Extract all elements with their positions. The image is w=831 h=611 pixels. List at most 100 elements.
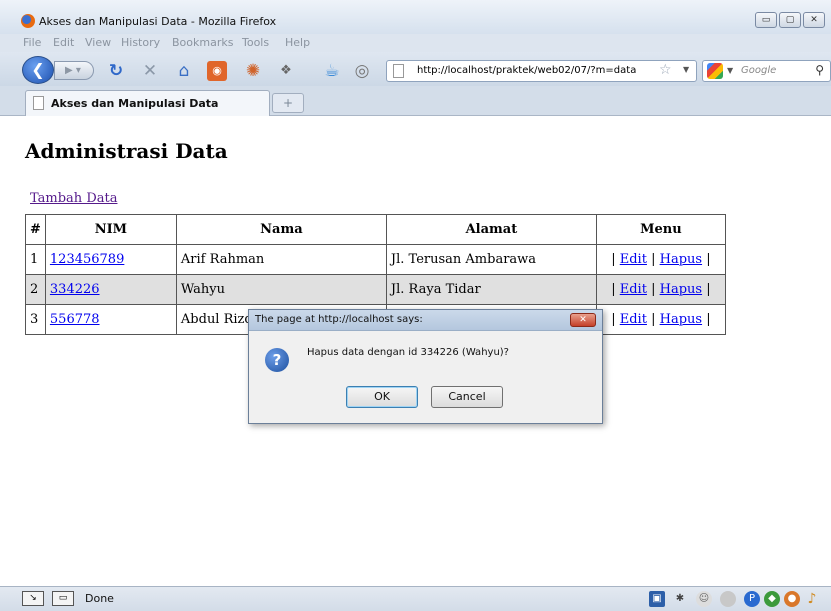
tab-akses-data[interactable]: Akses dan Manipulasi Data — [25, 90, 270, 116]
separator: | — [611, 312, 616, 327]
separator: | — [706, 282, 711, 297]
new-tab-button[interactable]: + — [272, 93, 304, 113]
menu-bookmarks[interactable]: Bookmarks — [172, 36, 233, 49]
page-title: Administrasi Data — [25, 139, 228, 163]
table-row: 1 123456789 Arif Rahman Jl. Terusan Amba… — [25, 244, 726, 275]
close-window-button[interactable]: ✕ — [803, 12, 825, 28]
ok-button[interactable]: OK — [346, 386, 418, 408]
cell-no: 3 — [25, 304, 46, 335]
window-title: Akses dan Manipulasi Data - Mozilla Fire… — [39, 15, 277, 28]
cell-nama: Wahyu — [175, 274, 387, 305]
fvd-icon[interactable]: ▣ — [649, 591, 665, 607]
menu-tools[interactable]: Tools — [242, 36, 269, 49]
maximize-button[interactable]: ▢ — [779, 12, 801, 28]
addon-button-4[interactable]: ☕ — [322, 61, 342, 81]
back-arrow-icon: ❮ — [31, 60, 45, 79]
url-bar[interactable]: http://localhost/praktek/web02/07/?m=dat… — [386, 60, 697, 82]
forward-arrow-icon: ▶ ▾ — [65, 65, 81, 76]
cup-icon: ☕ — [324, 61, 340, 81]
screen-grab-icon[interactable]: ↘ — [22, 591, 44, 606]
search-input[interactable]: Google — [741, 65, 776, 76]
cell-alamat: Jl. Terusan Ambarawa — [385, 244, 597, 275]
menu-file[interactable]: File — [23, 36, 41, 49]
nim-link[interactable]: 334226 — [50, 282, 100, 297]
separator: | — [651, 312, 656, 327]
edit-link[interactable]: Edit — [620, 252, 647, 267]
bookmark-star-icon[interactable]: ☆ — [659, 62, 672, 78]
url-text[interactable]: http://localhost/praktek/web02/07/?m=dat… — [417, 65, 636, 76]
cell-no: 2 — [25, 274, 46, 305]
separator: | — [611, 252, 616, 267]
menu-bar: File Edit View History Bookmarks Tools H… — [0, 34, 831, 52]
dialog-message: Hapus data dengan id 334226 (Wahyu)? — [307, 347, 509, 358]
window-controls: ▭ ▢ ✕ — [755, 12, 825, 28]
cell-menu: | Edit | Hapus | — [595, 244, 726, 275]
menu-help[interactable]: Help — [285, 36, 310, 49]
forward-button[interactable]: ▶ ▾ — [54, 61, 94, 80]
addon-button-2[interactable]: ✺ — [243, 61, 263, 81]
firebug-icon[interactable]: ✱ — [672, 591, 688, 607]
delete-link[interactable]: Hapus — [660, 282, 702, 297]
table-header-row: # NIM Nama Alamat Menu — [25, 214, 726, 245]
cell-nama: Arif Rahman — [175, 244, 387, 275]
ruler-icon[interactable]: ▭ — [52, 591, 74, 606]
music-icon[interactable]: ♪ — [804, 591, 820, 607]
header-nim: NIM — [44, 214, 177, 245]
delete-link[interactable]: Hapus — [660, 252, 702, 267]
header-no: # — [25, 214, 46, 245]
firefox-status-icon[interactable]: ● — [784, 591, 800, 607]
header-nama: Nama — [175, 214, 387, 245]
pause-icon[interactable]: P — [744, 591, 760, 607]
nim-link[interactable]: 556778 — [50, 312, 100, 327]
tab-label: Akses dan Manipulasi Data — [51, 97, 219, 110]
nim-link[interactable]: 123456789 — [50, 252, 124, 267]
edit-link[interactable]: Edit — [620, 312, 647, 327]
firefox-icon — [21, 14, 35, 28]
google-icon[interactable] — [707, 63, 723, 79]
header-menu: Menu — [595, 214, 726, 245]
status-dot-icon[interactable] — [720, 591, 736, 607]
add-data-link[interactable]: Tambah Data — [30, 191, 117, 206]
delete-link[interactable]: Hapus — [660, 312, 702, 327]
plus-icon: + — [282, 96, 294, 110]
question-icon: ? — [265, 348, 289, 372]
status-text: Done — [85, 592, 114, 605]
cell-alamat: Jl. Raya Tidar — [385, 274, 597, 305]
addon-button-3[interactable]: ❖ — [276, 61, 296, 81]
menu-edit[interactable]: Edit — [53, 36, 74, 49]
separator: | — [706, 312, 711, 327]
search-icon[interactable]: ⚲ — [815, 63, 824, 77]
reload-button[interactable]: ↻ — [106, 61, 126, 81]
dialog-title: The page at http://localhost says: — [255, 314, 423, 325]
dialog-close-button[interactable]: ✕ — [570, 313, 596, 327]
home-button[interactable]: ⌂ — [174, 61, 194, 81]
cell-no: 1 — [25, 244, 46, 275]
cancel-button[interactable]: Cancel — [431, 386, 503, 408]
edit-link[interactable]: Edit — [620, 282, 647, 297]
addon-icon: ✺ — [245, 61, 261, 81]
separator: | — [651, 282, 656, 297]
separator: | — [706, 252, 711, 267]
search-engine-dropdown-icon[interactable]: ▼ — [727, 66, 733, 75]
search-bar[interactable]: ▼ Google ⚲ — [702, 60, 831, 82]
paw-icon: ❖ — [280, 63, 292, 78]
url-dropdown-icon[interactable]: ▼ — [683, 65, 689, 74]
extension-icon[interactable]: ◆ — [764, 591, 780, 607]
table-row: 2 334226 Wahyu Jl. Raya Tidar | Edit | H… — [25, 274, 726, 305]
stop-button[interactable]: ✕ — [140, 61, 160, 81]
addon-button-5[interactable]: ◎ — [352, 61, 372, 81]
confirm-dialog: The page at http://localhost says: ✕ ? H… — [248, 309, 603, 424]
cell-nim: 556778 — [44, 304, 177, 335]
globe-icon: ◎ — [354, 61, 370, 81]
cell-menu: | Edit | Hapus | — [595, 304, 726, 335]
page-icon — [33, 96, 44, 110]
menu-history[interactable]: History — [121, 36, 160, 49]
menu-view[interactable]: View — [85, 36, 111, 49]
separator: | — [611, 282, 616, 297]
back-button[interactable]: ❮ — [22, 56, 54, 84]
reload-icon: ↻ — [108, 61, 124, 81]
addon-button-1[interactable]: ◉ — [207, 61, 227, 81]
addon-face-icon[interactable]: ☺ — [696, 591, 712, 607]
minimize-button[interactable]: ▭ — [755, 12, 777, 28]
close-icon: ✕ — [579, 315, 587, 325]
